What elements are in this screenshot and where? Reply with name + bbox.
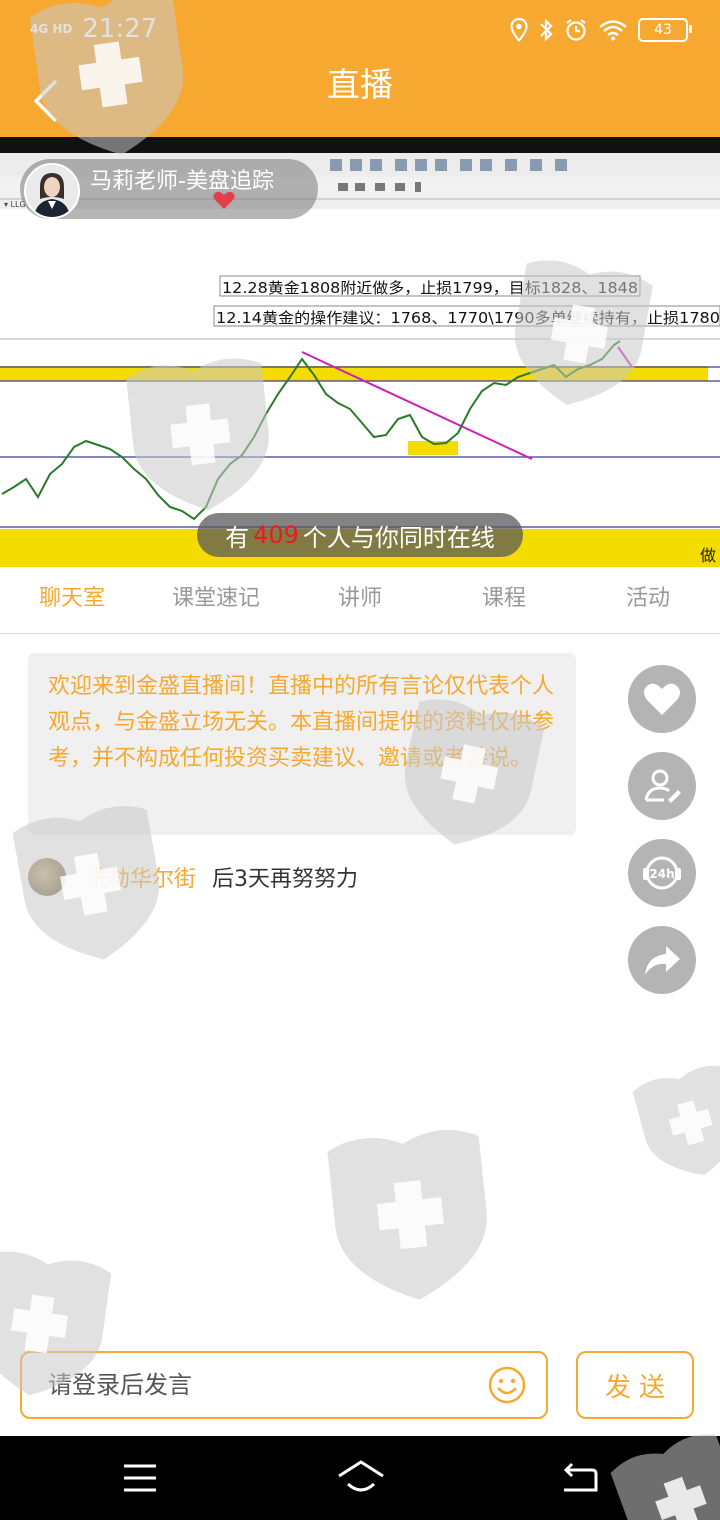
heart-icon [644,683,680,715]
host-avatar-image [26,165,78,217]
customer-service-button[interactable]: 24h [628,839,696,907]
back-nav-icon[interactable] [558,1456,602,1500]
battery-indicator: 43 [638,18,692,42]
host-info-pill[interactable]: 马莉老师-美盘追踪 [20,159,318,219]
status-bar: 4G HD 21:27 43 [0,0,720,65]
svg-text:24h: 24h [649,867,674,881]
host-name: 马莉老师-美盘追踪 [90,169,274,194]
page-title: 直播 [327,65,393,104]
system-nav-bar [0,1436,720,1520]
online-count-banner: 有 409 个人与你同时在线 [197,513,523,557]
online-count: 409 [253,521,299,549]
share-icon [645,946,680,975]
alarm-icon [566,19,586,41]
message-text: 后3天再努努力 [212,867,359,892]
tab-class-notes[interactable]: 课堂速记 [144,567,288,633]
online-suffix: 个人与你同时在线 [302,523,495,552]
emoji-icon[interactable] [488,1366,526,1404]
network-type: 4G HD [30,22,73,36]
chart-annotation-2: 12.14黄金的操作建议：1768、1770\1790多单继续持有，止损1780 [216,309,720,327]
support-zone-band [0,366,708,381]
status-left: 4G HD 21:27 [30,14,157,44]
share-button[interactable] [628,926,696,994]
status-icons: 43 [510,18,692,42]
input-placeholder: 请登录后发言 [48,1371,192,1399]
app-header: 直播 [0,65,720,137]
chat-message: 洗劫华尔街 后3天再努努力 [28,858,358,896]
send-button[interactable]: 发送 [576,1351,694,1419]
tab-courses[interactable]: 课程 [432,567,576,633]
message-input[interactable]: 请登录后发言 [20,1351,548,1419]
welcome-notice: 欢迎来到金盛直播间！直播中的所有言论仅代表个人观点，与金盛立场无关。本直播间提供… [28,653,576,835]
host-avatar[interactable] [24,163,80,219]
user-avatar[interactable] [28,858,66,896]
video-top-strip [0,137,720,153]
tab-teachers[interactable]: 讲师 [288,567,432,633]
tab-activities[interactable]: 活动 [576,567,720,633]
like-button[interactable] [628,665,696,733]
follow-teacher-button[interactable] [628,752,696,820]
wifi-icon [599,20,627,41]
message-username[interactable]: 洗劫华尔街 [86,861,196,893]
service-24h-icon: 24h [643,856,681,890]
battery-level: 43 [654,22,672,38]
chat-area[interactable]: 欢迎来到金盛直播间！直播中的所有言论仅代表个人观点，与金盛立场无关。本直播间提供… [0,634,720,1434]
tab-chatroom[interactable]: 聊天室 [0,567,144,633]
location-icon [510,18,528,42]
follow-teacher-icon [644,769,681,803]
online-prefix: 有 [225,523,250,552]
status-time: 21:27 [82,14,158,44]
content-tabs: 聊天室 课堂速记 讲师 课程 活动 [0,567,720,634]
menu-icon[interactable] [118,1456,162,1500]
chart-annotation-1: 12.28黄金1808附近做多，止损1799，目标1828、1848 [222,279,638,297]
chart-corner-text: 做 [700,546,716,565]
live-video-player[interactable]: ▾ LLG 12.28黄金1808附近做多，止损1799，目标1828、1848… [0,137,720,567]
home-icon[interactable] [336,1456,386,1500]
bluetooth-icon [540,18,553,42]
message-input-bar: 请登录后发言 发送 [0,1345,720,1435]
host-like-icon[interactable] [212,189,236,211]
